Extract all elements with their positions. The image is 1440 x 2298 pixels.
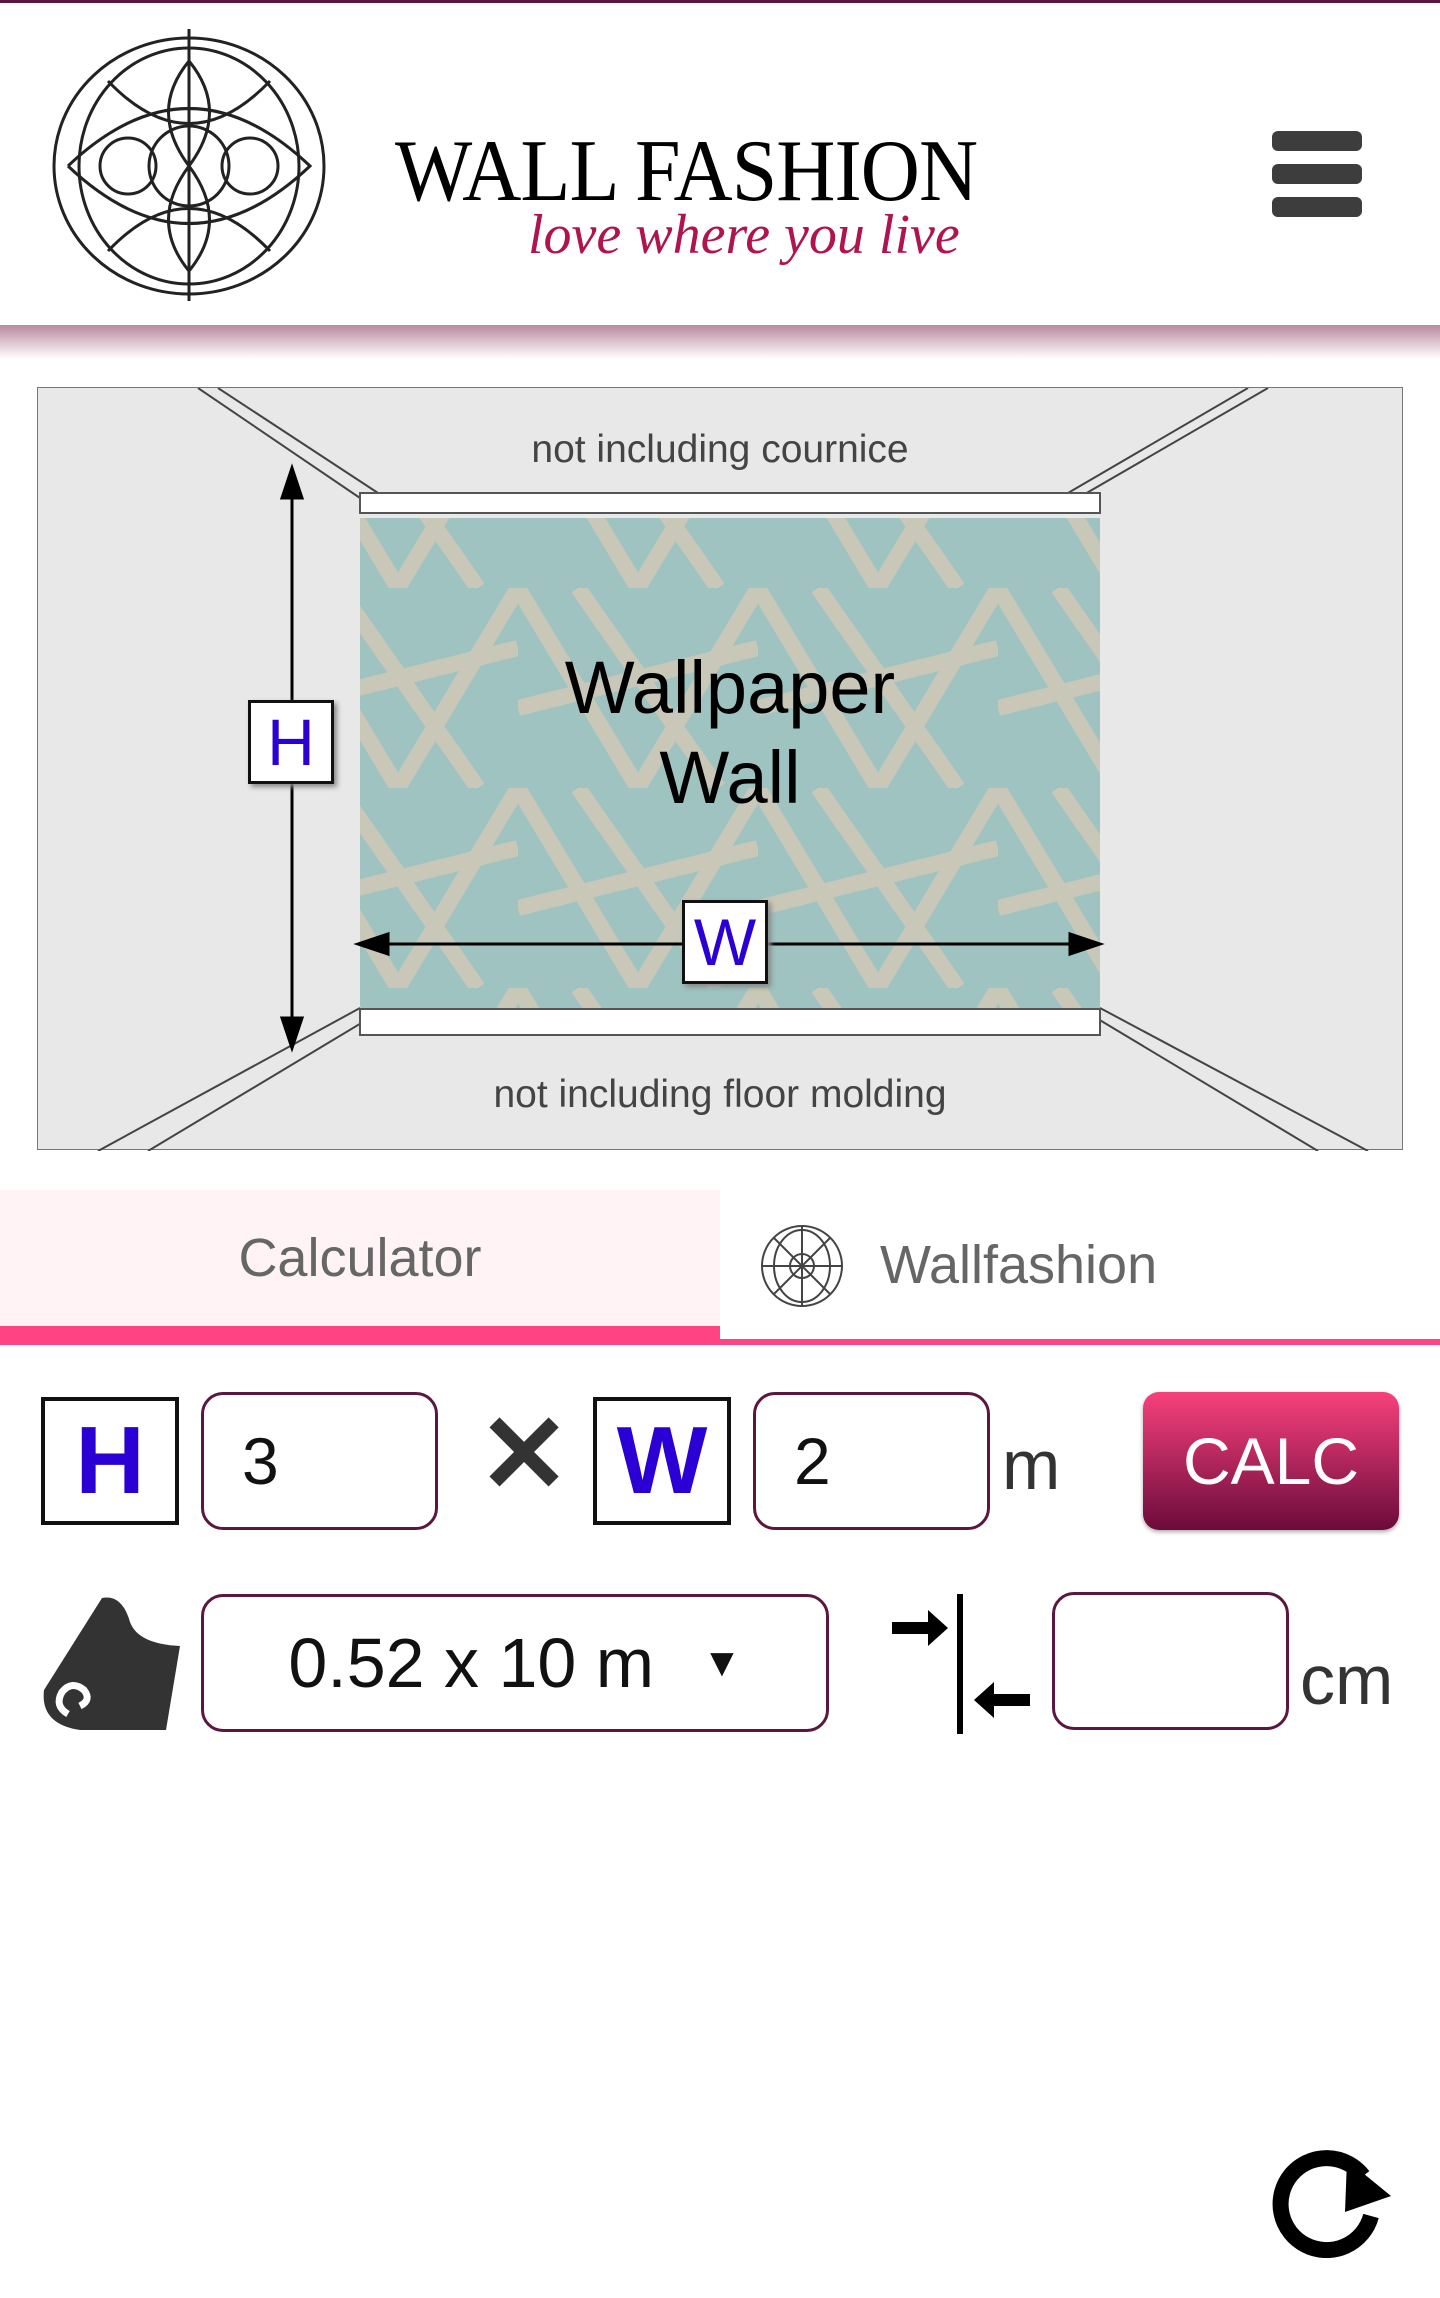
pattern-repeat-icon <box>892 1594 1030 1734</box>
width-marker: W <box>682 900 768 984</box>
unit-meters: m <box>1002 1426 1061 1504</box>
wallpaper-roll-icon <box>43 1597 180 1730</box>
height-label: H <box>41 1397 179 1525</box>
height-marker: H <box>248 700 334 784</box>
width-input[interactable]: 2 <box>753 1392 990 1530</box>
room-diagram: not including cournice not including flo… <box>37 387 1403 1151</box>
tab-calculator[interactable]: Calculator <box>0 1190 720 1345</box>
header-shadow <box>0 325 1440 359</box>
calc-button[interactable]: CALC <box>1143 1392 1399 1530</box>
tab-label: Wallfashion <box>880 1234 1158 1295</box>
tagline: love where you live <box>528 204 960 266</box>
unit-centimeters: cm <box>1300 1641 1394 1719</box>
hamburger-icon[interactable] <box>1272 131 1362 221</box>
dropdown-arrow-icon: ▼ <box>702 1640 742 1685</box>
times-icon: ✕ <box>478 1393 571 1516</box>
height-input[interactable]: 3 <box>201 1392 438 1530</box>
pattern-repeat-input[interactable] <box>1052 1592 1289 1730</box>
tab-bar: Calculator Wallfashion <box>0 1190 1440 1345</box>
cornice-note: not including cournice <box>531 428 909 471</box>
ornament-logo[interactable] <box>48 21 330 306</box>
tab-wallfashion[interactable]: Wallfashion <box>720 1190 1440 1345</box>
refresh-icon[interactable] <box>1267 2146 1393 2258</box>
wall-label-line2: Wall <box>659 736 801 819</box>
ornament-icon <box>761 1225 843 1307</box>
floor-molding-note: not including floor molding <box>493 1073 947 1116</box>
wall-label-line1: Wallpaper <box>564 646 896 729</box>
width-label: W <box>593 1397 731 1525</box>
tab-label: Calculator <box>238 1228 482 1288</box>
roll-size-value: 0.52 x 10 m <box>288 1624 655 1702</box>
header: WALL FASHION love where you live <box>0 3 1440 325</box>
roll-size-select[interactable]: 0.52 x 10 m ▼ <box>201 1594 829 1732</box>
